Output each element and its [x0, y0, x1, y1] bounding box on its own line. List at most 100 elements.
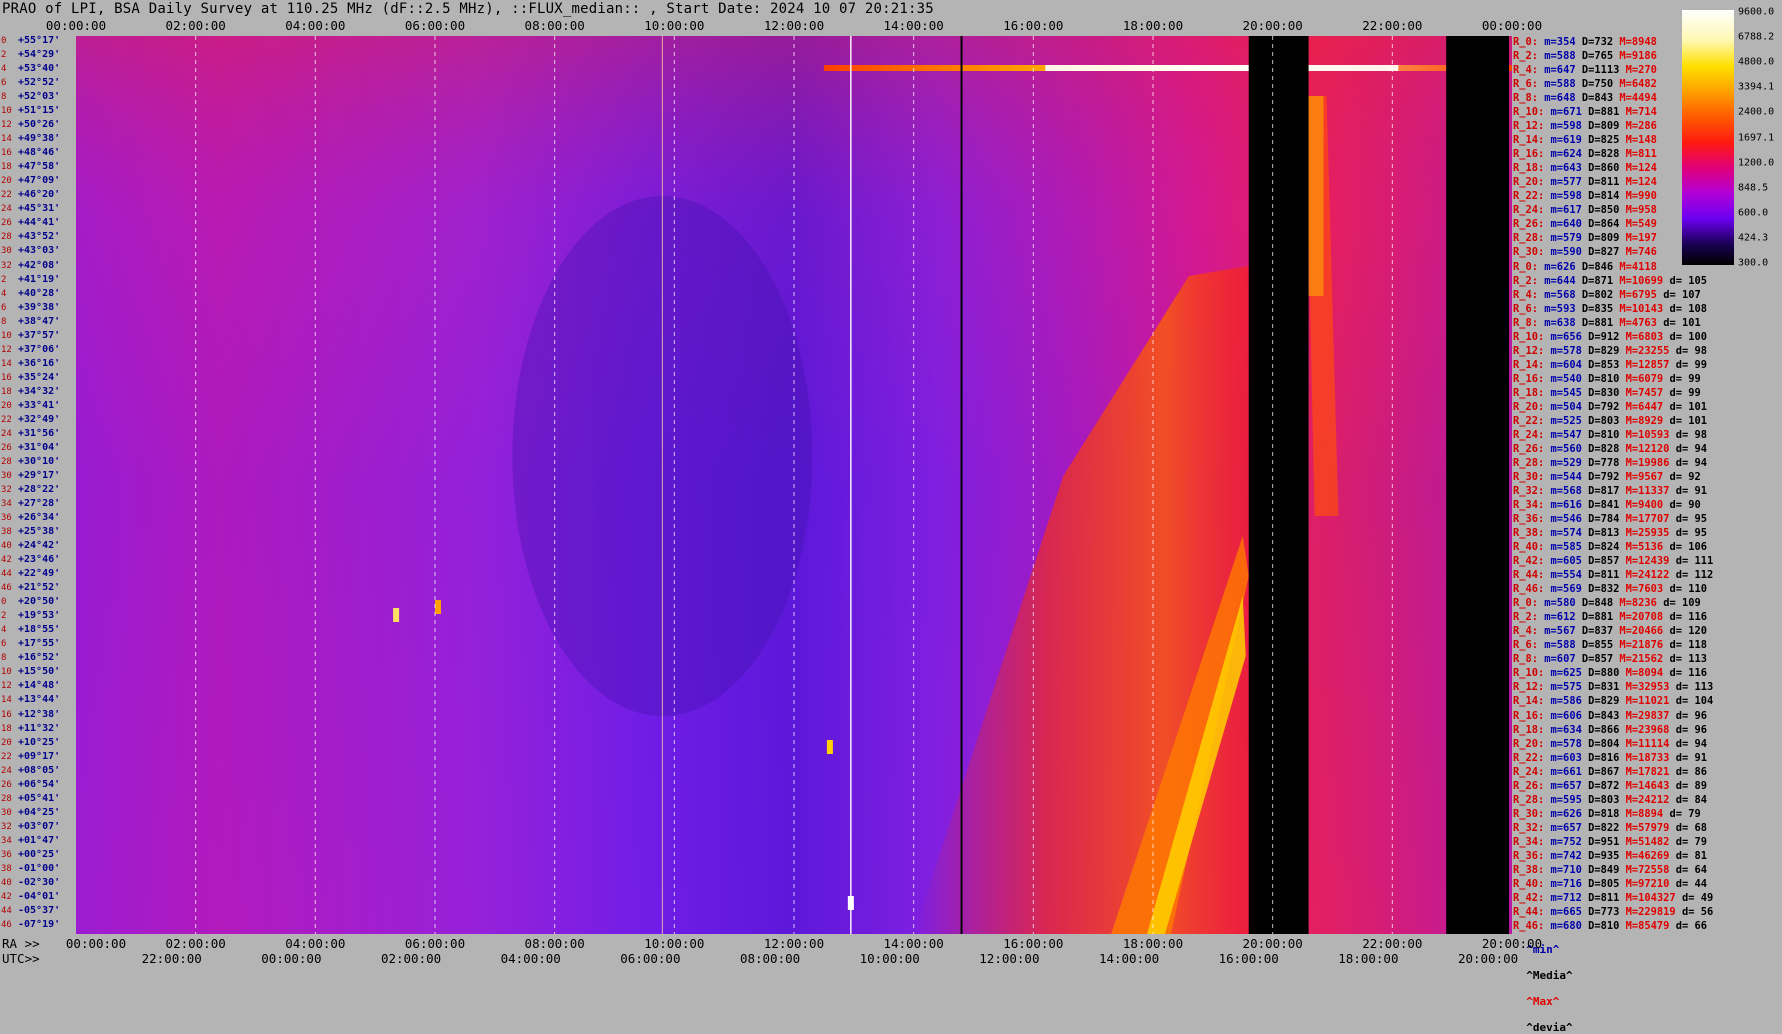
- stat-median: D=866: [1588, 723, 1620, 736]
- stat-median: D=853: [1588, 358, 1620, 371]
- beam-index: 42: [1, 891, 12, 902]
- stat-label: R_24:: [1513, 428, 1545, 441]
- declination-row: 38 -01°00': [0, 862, 76, 876]
- declination-label: +44°41': [18, 217, 61, 229]
- stat-min: m=540: [1550, 372, 1582, 385]
- stat-dev: d= 68: [1675, 821, 1707, 834]
- beam-index: 10: [1, 330, 12, 341]
- stat-median: D=881: [1588, 106, 1620, 119]
- stat-median: D=837: [1581, 625, 1614, 638]
- declination-label: +31°56': [18, 427, 61, 439]
- stat-median: D=828: [1588, 148, 1620, 161]
- stat-label: R_30:: [1513, 807, 1545, 820]
- stat-min: m=546: [1550, 513, 1582, 526]
- stat-row: R_8: m=648 D=843 M=4494: [1513, 91, 1669, 105]
- stat-max: M=270: [1625, 64, 1657, 77]
- beam-index: 32: [1, 821, 12, 832]
- stat-median: D=822: [1588, 821, 1620, 834]
- declination-row: 6 +52°52': [0, 76, 76, 90]
- beam-index: 24: [1, 428, 12, 439]
- declination-row: 0 +55°17': [0, 34, 76, 48]
- stat-min: m=578: [1550, 737, 1582, 750]
- stat-row: R_34: m=616 D=841 M=9400 d= 90: [1513, 498, 1707, 512]
- stat-dev: d= 107: [1663, 288, 1701, 301]
- stat-row: R_30: m=590 D=827 M=746: [1513, 245, 1669, 259]
- stat-min: m=586: [1550, 695, 1582, 708]
- stat-row: R_40: m=585 D=824 M=5136 d= 106: [1513, 540, 1713, 554]
- declination-row: 22 +32°49': [0, 413, 76, 427]
- beam-index: 6: [1, 639, 7, 650]
- stat-median: D=792: [1588, 400, 1620, 413]
- declination-row: 46 +21°52': [0, 581, 76, 595]
- stat-min: m=579: [1550, 232, 1582, 245]
- heatmap-interference-saturated: [1045, 65, 1399, 71]
- stat-median: D=849: [1588, 863, 1620, 876]
- stat-min: m=604: [1550, 358, 1582, 371]
- stat-median: D=732: [1581, 36, 1614, 48]
- stat-max: M=5136: [1625, 541, 1664, 554]
- stat-label: R_46:: [1513, 583, 1545, 596]
- stat-label: R_42:: [1513, 891, 1545, 904]
- stat-min: m=567: [1544, 625, 1576, 638]
- declination-row: 20 +33°41': [0, 399, 76, 413]
- stat-dev: d= 66: [1675, 919, 1707, 932]
- stat-max: M=12857: [1625, 358, 1670, 371]
- declination-row: 40 +24°42': [0, 539, 76, 553]
- stat-min: m=504: [1550, 400, 1582, 413]
- stat-max: M=6079: [1625, 372, 1664, 385]
- declination-row: 24 +08°05': [0, 764, 76, 778]
- stat-median: D=867: [1588, 765, 1620, 778]
- stat-label: R_22:: [1513, 414, 1545, 427]
- beam-index: 46: [1, 919, 12, 930]
- stat-dev: d= 90: [1669, 499, 1701, 512]
- stat-max: M=72558: [1625, 863, 1670, 876]
- stat-median: D=811: [1588, 891, 1620, 904]
- stat-min: m=560: [1550, 442, 1582, 455]
- declination-row: 12 +37°06': [0, 343, 76, 357]
- beam-index: 12: [1, 120, 12, 131]
- stat-label: R_22:: [1513, 751, 1545, 764]
- stat-row: R_42: m=712 D=811 M=104327 d= 49: [1513, 891, 1720, 905]
- stat-min: m=588: [1544, 50, 1576, 63]
- stat-max: M=286: [1625, 120, 1657, 133]
- row-statistics: R_0: m=354 D=732 M=8948 R_2: m=588 D=765…: [1513, 36, 1713, 934]
- stat-min: m=634: [1550, 723, 1582, 736]
- stat-row: R_2: m=612 D=881 M=20708 d= 116: [1513, 610, 1713, 624]
- stat-label: R_16:: [1513, 148, 1545, 161]
- heatmap-svg: [76, 36, 1512, 934]
- top-tick-label: 08:00:00: [524, 18, 585, 33]
- declination-row: 8 +52°03': [0, 90, 76, 104]
- top-tick-label: 00:00:00: [45, 18, 107, 33]
- declination-label: +55°17': [18, 35, 61, 46]
- stat-median: D=824: [1588, 541, 1620, 554]
- stat-max: M=24122: [1625, 569, 1670, 582]
- declination-row: 16 +12°38': [0, 708, 76, 722]
- stat-row: R_0: m=580 D=848 M=8236 d= 109: [1513, 596, 1707, 610]
- declination-label: +47°09': [18, 175, 61, 187]
- stat-max: M=29837: [1625, 709, 1670, 722]
- stat-dev: d= 99: [1675, 358, 1707, 371]
- stat-dev: d= 110: [1669, 583, 1707, 596]
- stat-dev: d= 118: [1669, 639, 1707, 652]
- stat-row: R_42: m=605 D=857 M=12439 d= 111: [1513, 554, 1720, 568]
- utc-tick-label: 14:00:00: [1098, 951, 1160, 966]
- stat-row: R_22: m=603 D=816 M=18733 d= 91: [1513, 751, 1713, 765]
- stat-row: R_16: m=540 D=810 M=6079 d= 99: [1513, 372, 1707, 386]
- stat-dev: d= 108: [1669, 302, 1707, 315]
- stat-row: R_38: m=574 D=813 M=25935 d= 95: [1513, 526, 1713, 540]
- stat-label: R_14:: [1513, 134, 1545, 147]
- stat-label: R_10:: [1513, 330, 1545, 343]
- stat-label: R_40:: [1513, 541, 1545, 554]
- colorbar-tick-label: 1697.1: [1738, 132, 1775, 143]
- declination-row: 24 +31°56': [0, 427, 76, 441]
- stat-label: R_36:: [1513, 849, 1545, 862]
- beam-index: 22: [1, 414, 12, 425]
- declination-row: 42 -04°01': [0, 890, 76, 904]
- stat-median: D=871: [1581, 274, 1614, 287]
- stat-dev: d= 104: [1675, 695, 1714, 708]
- declination-row: 26 +06°54': [0, 778, 76, 792]
- stat-row: R_44: m=665 D=773 M=229819 d= 56: [1513, 905, 1720, 919]
- stat-dev: d= 113: [1675, 681, 1714, 694]
- beam-index: 0: [1, 597, 7, 608]
- stat-median: D=750: [1581, 78, 1614, 91]
